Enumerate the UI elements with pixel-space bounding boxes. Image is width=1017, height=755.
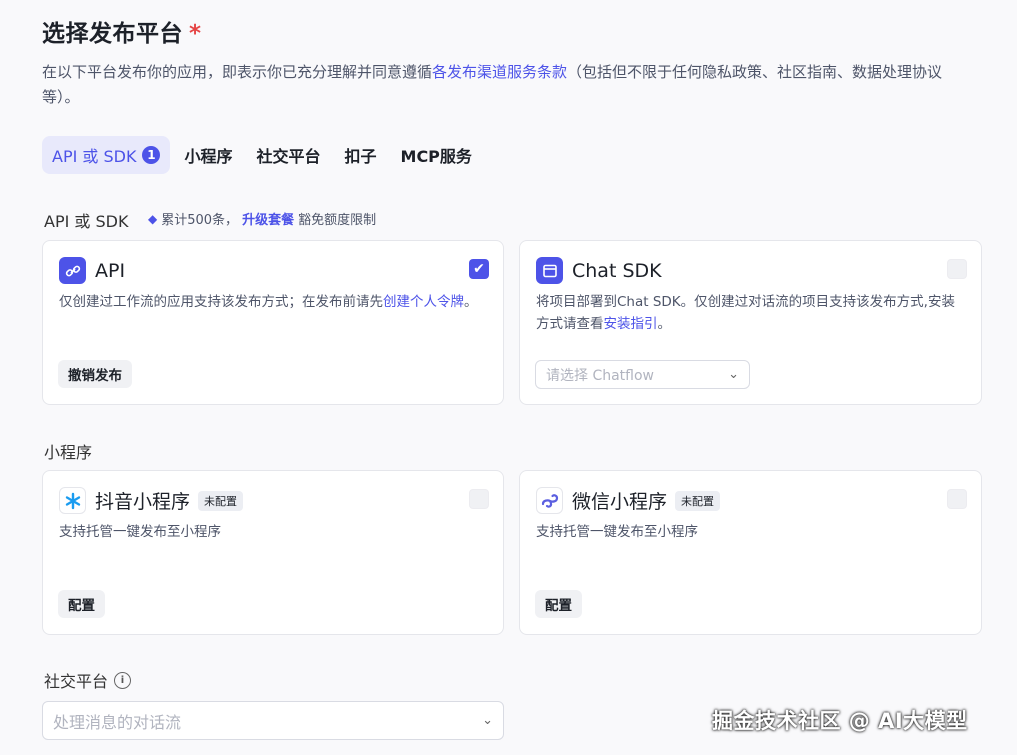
card-title: 微信小程序	[572, 491, 668, 513]
tab-label: 小程序	[184, 147, 233, 166]
link-icon	[59, 257, 86, 284]
unpublish-button[interactable]: 撤销发布	[58, 360, 132, 388]
select-placeholder: 请选择 Chatflow	[546, 367, 655, 384]
diamond-icon: ◆	[148, 211, 158, 226]
page-title: 选择发布平台 *	[42, 14, 202, 48]
tab-mcp[interactable]: MCP服务	[391, 136, 482, 174]
card-description: 将项目部署到Chat SDK。仅创建过对话流的项目支持该发布方式,安装方式请查看…	[536, 291, 956, 335]
chevron-down-icon: ⌄	[482, 713, 493, 728]
api-card[interactable]: API ✔ 仅创建过工作流的应用支持该发布方式；在发布前请先创建个人令牌。 撤销…	[42, 240, 504, 405]
section-label-api: API 或 SDK	[44, 212, 129, 231]
status-badge: 未配置	[198, 490, 244, 511]
chat-sdk-checkbox[interactable]	[947, 259, 967, 279]
card-header: API	[59, 257, 125, 284]
desc-after: 。	[657, 316, 672, 332]
quota-text: 累计500条，	[161, 213, 239, 228]
section-label-text: 社交平台	[44, 672, 109, 691]
douyin-card[interactable]: 抖音小程序 未配置 支持托管一键发布至小程序 配置	[42, 470, 504, 635]
window-icon	[536, 257, 563, 284]
tab-label: 社交平台	[256, 147, 321, 166]
desc-before: 将项目部署到Chat SDK。仅创建过对话流的项目支持该发布方式,安装方式请查看	[536, 294, 955, 332]
platform-tabs: API 或 SDK 1 小程序 社交平台 扣子 MCP服务	[42, 136, 486, 174]
card-title: API	[95, 259, 126, 282]
douyin-logo-icon	[59, 487, 86, 514]
quota-after: 豁免额度限制	[298, 213, 377, 228]
create-token-link[interactable]: 创建个人令牌	[383, 294, 464, 310]
wechat-mini-logo-icon	[536, 487, 563, 514]
tab-label: API 或 SDK	[52, 147, 137, 166]
tab-label: 扣子	[344, 147, 377, 166]
quota-notice: ◆ 累计500条， 升级套餐 豁免额度限制	[148, 209, 377, 229]
upgrade-link[interactable]: 升级套餐	[242, 209, 294, 228]
card-description: 支持托管一键发布至小程序	[59, 524, 221, 540]
tab-social[interactable]: 社交平台	[246, 136, 330, 174]
desc-before: 仅创建过工作流的应用支持该发布方式；在发布前请先	[59, 294, 383, 310]
configure-button[interactable]: 配置	[58, 590, 105, 618]
checkmark-icon: ✔	[473, 261, 485, 277]
desc-before: 在以下平台发布你的应用，即表示你已充分理解并同意遵循	[42, 63, 433, 81]
title-text: 选择发布平台	[42, 21, 183, 47]
wechat-checkbox[interactable]	[947, 489, 967, 509]
configure-button[interactable]: 配置	[535, 590, 582, 618]
chatflow-select[interactable]: 请选择 Chatflow ⌄	[535, 360, 750, 389]
card-header: 抖音小程序 未配置	[59, 487, 244, 514]
desc-after: 。	[464, 294, 478, 310]
douyin-checkbox[interactable]	[469, 489, 489, 509]
card-title: 抖音小程序	[95, 491, 191, 513]
chevron-down-icon: ⌄	[728, 367, 739, 382]
install-guide-link[interactable]: 安装指引	[604, 316, 658, 332]
section-label-mini: 小程序	[44, 443, 93, 462]
card-header: Chat SDK	[536, 257, 662, 284]
tab-count-badge: 1	[142, 146, 161, 164]
terms-link[interactable]: 各发布渠道服务条款	[432, 63, 567, 81]
card-title: Chat SDK	[572, 259, 662, 282]
select-placeholder: 处理消息的对话流	[53, 712, 182, 732]
card-description: 仅创建过工作流的应用支持该发布方式；在发布前请先创建个人令牌。	[59, 291, 479, 313]
tab-api-sdk[interactable]: API 或 SDK 1	[42, 136, 171, 174]
info-icon[interactable]: i	[114, 671, 132, 689]
watermark: 掘金技术社区 @ AI大模型	[712, 709, 968, 733]
conversation-flow-select[interactable]: 处理消息的对话流 ⌄	[42, 701, 504, 740]
card-header: 微信小程序 未配置	[536, 487, 721, 514]
page: 选择发布平台 * 在以下平台发布你的应用，即表示你已充分理解并同意遵循各发布渠道服…	[0, 0, 1017, 755]
tab-coze[interactable]: 扣子	[335, 136, 387, 174]
tab-label: MCP服务	[400, 147, 472, 166]
wechat-card[interactable]: 微信小程序 未配置 支持托管一键发布至小程序 配置	[519, 470, 982, 635]
chat-sdk-card[interactable]: Chat SDK 将项目部署到Chat SDK。仅创建过对话流的项目支持该发布方…	[519, 240, 982, 405]
terms-description: 在以下平台发布你的应用，即表示你已充分理解并同意遵循各发布渠道服务条款（包括但不…	[42, 60, 972, 110]
status-badge: 未配置	[675, 490, 721, 511]
required-mark: *	[189, 21, 202, 47]
tab-mini-program[interactable]: 小程序	[174, 136, 242, 174]
api-checkbox[interactable]: ✔	[469, 259, 489, 279]
section-label-social: 社交平台 i	[44, 668, 132, 692]
card-description: 支持托管一键发布至小程序	[536, 524, 698, 540]
